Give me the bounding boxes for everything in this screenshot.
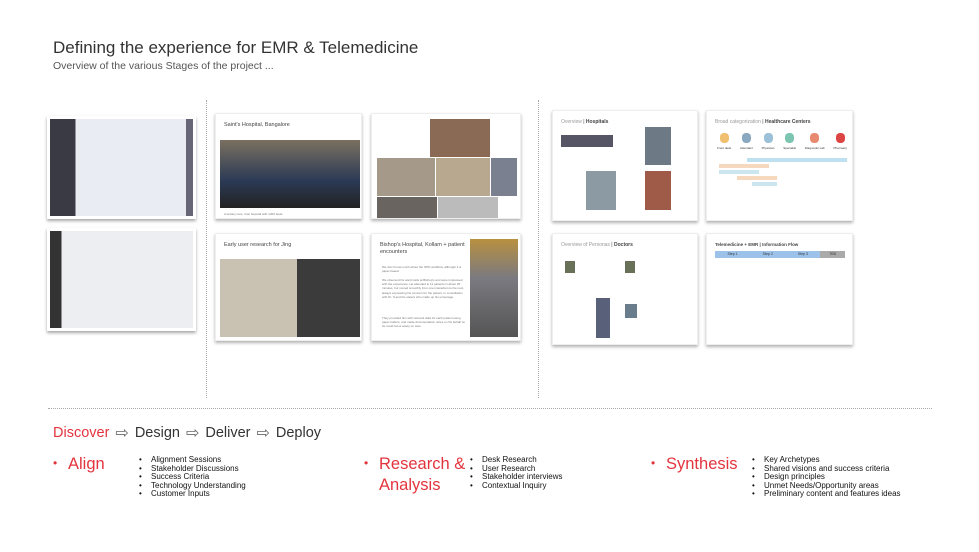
slide-title: Telemedicine + EMR | Information Flow xyxy=(715,242,799,247)
stage-discover: Discover xyxy=(53,425,110,441)
slide-text: We don't know much about the OPD workflo… xyxy=(382,265,462,274)
slide-bishops-hospital: Bishop's Hospital, Kollam + patient enco… xyxy=(371,233,521,341)
collage-photo xyxy=(436,158,490,196)
arrow-right-icon: ⇨ xyxy=(115,425,129,442)
slide-title-prefix: Broad categorization xyxy=(715,119,761,125)
bullet-icon: • xyxy=(364,456,369,470)
phase-align-heading: Align xyxy=(68,455,105,473)
hospital-photo xyxy=(645,127,671,165)
step-header: Step 1 xyxy=(715,251,751,258)
phase-synthesis-heading: Synthesis xyxy=(666,455,738,473)
slide-photo-collage xyxy=(371,113,521,219)
role-specialist: Specialist xyxy=(783,133,796,150)
whiteboard-photo xyxy=(47,228,196,331)
role-pharmacy: Pharmacy xyxy=(833,133,847,150)
person-icon xyxy=(785,133,795,143)
stage-deliver: Deliver xyxy=(205,425,251,441)
slide-title: Saint's Hospital, Bangalore xyxy=(224,122,290,128)
slide-title-prefix: Overview xyxy=(561,119,582,125)
phase-align-list: Alignment Sessions Stakeholder Discussio… xyxy=(139,455,246,499)
step-header: Step 2 xyxy=(750,251,786,258)
list-item: Contextual Inquiry xyxy=(470,481,562,491)
category-bar xyxy=(737,176,777,180)
slide-title: Bishop's Hospital, Kollam + patient enco… xyxy=(380,242,465,255)
list-item: Preliminary content and features ideas xyxy=(752,490,901,499)
collage-photo xyxy=(438,197,498,218)
page-subtitle: Overview of the various Stages of the pr… xyxy=(53,60,274,72)
slide-overview-hospitals: Overview | Hospitals xyxy=(552,110,698,221)
slide-title: Healthcare Centers xyxy=(764,119,811,125)
arrow-right-icon: ⇨ xyxy=(256,425,270,442)
category-bar xyxy=(719,170,759,174)
slide-text: They provided him with relevant data for… xyxy=(382,316,466,329)
bullet-icon: • xyxy=(651,456,656,470)
slide-jing-research: Early user research for Jing xyxy=(215,233,362,341)
lab-icon xyxy=(810,133,820,143)
arrow-right-icon: ⇨ xyxy=(185,425,200,442)
list-item: Customer Inputs xyxy=(139,490,246,499)
slide-healthcare-centers: Broad categorization | Healthcare Center… xyxy=(706,110,853,221)
slide-saints-hospital: Saint's Hospital, Bangalore A tertiary c… xyxy=(215,113,362,219)
category-bar xyxy=(719,164,769,168)
category-bar xyxy=(752,182,777,186)
step-header: Step 3 xyxy=(785,251,821,258)
collage-photo xyxy=(377,158,435,196)
persona-photo xyxy=(625,261,635,273)
persona-photo xyxy=(596,298,610,338)
divider xyxy=(538,100,539,398)
persona-photo xyxy=(565,261,575,273)
section-divider xyxy=(48,408,932,409)
ward-photo xyxy=(470,239,518,337)
category-bar xyxy=(747,158,847,162)
hospital-photo xyxy=(645,171,671,210)
pharmacy-icon xyxy=(835,133,845,143)
step-header: TBD xyxy=(820,251,846,258)
collage-photo xyxy=(430,119,490,157)
bullet-icon: • xyxy=(53,456,58,470)
person-icon xyxy=(763,133,773,143)
slide-information-flow: Telemedicine + EMR | Information Flow St… xyxy=(706,233,853,345)
person-icon xyxy=(741,133,751,143)
stage-design: Design xyxy=(134,425,180,441)
stage-flow: Discover ⇨ Design ⇨ Deliver ⇨ Deploy xyxy=(53,423,321,443)
phase-research-list: Desk Research User Research Stakeholder … xyxy=(470,455,562,491)
stage-deploy: Deploy xyxy=(275,425,322,441)
hospital-photo xyxy=(220,140,360,208)
role-front-desk: Front desk xyxy=(717,133,731,150)
slide-title: Early user research for Jing xyxy=(224,242,292,248)
phase-synthesis-list: Key Archetypes Shared visions and succes… xyxy=(752,455,901,499)
role-physician: Physician xyxy=(762,133,774,150)
collage-photo xyxy=(491,158,517,196)
person-icon xyxy=(719,133,729,143)
divider xyxy=(206,100,207,398)
whiteboard-photo xyxy=(47,116,196,219)
page-title: Defining the experience for EMR & Teleme… xyxy=(53,38,419,57)
slide-title: Doctors xyxy=(614,242,633,248)
research-photo xyxy=(220,259,360,337)
role-diagnostic-lab: Diagnostic Lab xyxy=(805,133,825,150)
slide-title-prefix: Overview of Personas xyxy=(561,242,610,248)
role-attendant: Attendant xyxy=(740,133,753,150)
slide-personas-doctors: Overview of Personas | Doctors xyxy=(552,233,698,345)
phase-research-heading: Research & Analysis xyxy=(379,455,466,494)
slide-caption: A tertiary care, trust hospital with 120… xyxy=(224,212,284,216)
slide-text: We observed his ward visits at Bishop's … xyxy=(382,278,465,299)
collage-photo xyxy=(377,197,437,218)
persona-photo xyxy=(625,304,637,318)
slide-title: Hospitals xyxy=(585,119,609,125)
hospital-photo xyxy=(586,171,616,210)
hospital-photo xyxy=(561,135,613,147)
